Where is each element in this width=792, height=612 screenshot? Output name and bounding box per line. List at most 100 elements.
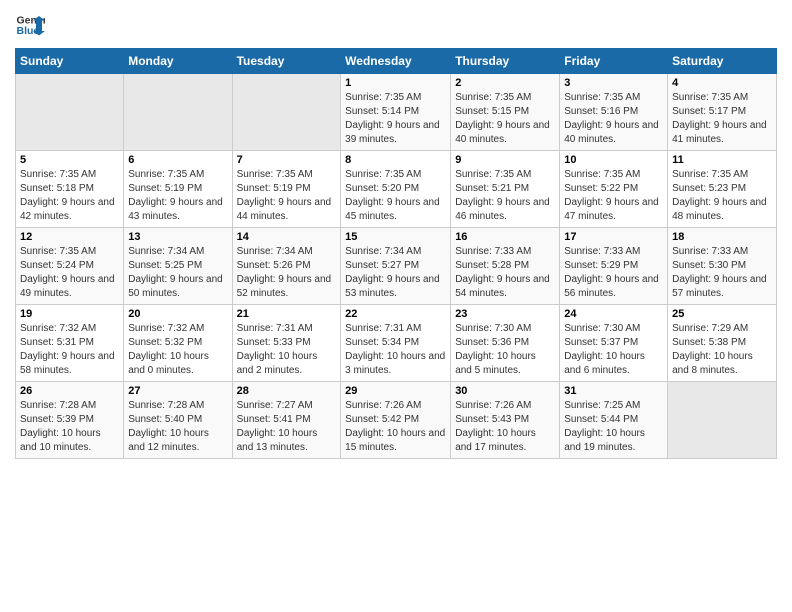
day-number: 7 [237,154,337,166]
calendar-cell: 14Sunrise: 7:34 AMSunset: 5:26 PMDayligh… [232,228,341,305]
cell-info: Sunrise: 7:35 AMSunset: 5:23 PMDaylight:… [672,168,772,224]
calendar-cell: 21 Sunrise: 7:31 AMSunset: 5:33 PMDayligh… [232,305,341,382]
day-number: 29 [345,385,446,397]
cell-info: Sunrise: 7:35 AMSunset: 5:20 PMDaylight:… [345,168,446,224]
cell-info: Sunrise: 7:32 AMSunset: 5:31 PMDaylight:… [20,322,119,378]
cell-info: Sunrise: 7:32 AMSunset: 5:32 PMDaylight:… [128,322,227,378]
calendar-cell: 30Sunrise: 7:26 AMSunset: 5:43 PMDayligh… [451,382,560,459]
cell-info: Sunrise: 7:26 AMSunset: 5:42 PMDaylight:… [345,399,446,455]
calendar-cell: 11 Sunrise: 7:35 AMSunset: 5:23 PMDayligh… [668,151,777,228]
day-number: 18 [672,231,772,243]
calendar-cell: 4 Sunrise: 7:35 AMSunset: 5:17 PMDaylight… [668,74,777,151]
cell-info: Sunrise: 7:28 AMSunset: 5:39 PMDaylight:… [20,399,119,455]
calendar-cell: 2 Sunrise: 7:35 AMSunset: 5:15 PMDaylight… [451,74,560,151]
calendar-week-row: 19Sunrise: 7:32 AMSunset: 5:31 PMDayligh… [16,305,777,382]
calendar-table: SundayMondayTuesdayWednesdayThursdayFrid… [15,48,777,459]
day-number: 31 [564,385,663,397]
day-number: 16 [455,231,555,243]
day-number: 4 [672,77,772,89]
day-number: 17 [564,231,663,243]
cell-info: Sunrise: 7:31 AMSunset: 5:33 PMDaylight:… [237,322,337,378]
calendar-cell [16,74,124,151]
logo: General Blue [15,10,45,40]
day-header: Thursday [451,49,560,74]
calendar-cell: 28 Sunrise: 7:27 AMSunset: 5:41 PMDayligh… [232,382,341,459]
calendar-cell: 8 Sunrise: 7:35 AMSunset: 5:20 PMDaylight… [341,151,451,228]
calendar-cell: 29 Sunrise: 7:26 AMSunset: 5:42 PMDayligh… [341,382,451,459]
cell-info: Sunrise: 7:29 AMSunset: 5:38 PMDaylight:… [672,322,772,378]
calendar-cell: 25 Sunrise: 7:29 AMSunset: 5:38 PMDayligh… [668,305,777,382]
cell-info: Sunrise: 7:31 AMSunset: 5:34 PMDaylight:… [345,322,446,378]
day-number: 13 [128,231,227,243]
cell-info: Sunrise: 7:35 AMSunset: 5:17 PMDaylight:… [672,91,772,147]
cell-info: Sunrise: 7:33 AMSunset: 5:30 PMDaylight:… [672,245,772,301]
calendar-cell [668,382,777,459]
day-number: 3 [564,77,663,89]
calendar-cell: 20 Sunrise: 7:32 AMSunset: 5:32 PMDayligh… [124,305,232,382]
day-number: 15 [345,231,446,243]
calendar-cell: 19Sunrise: 7:32 AMSunset: 5:31 PMDayligh… [16,305,124,382]
day-number: 26 [20,385,119,397]
calendar-cell: 3 Sunrise: 7:35 AMSunset: 5:16 PMDaylight… [560,74,668,151]
cell-info: Sunrise: 7:28 AMSunset: 5:40 PMDaylight:… [128,399,227,455]
cell-info: Sunrise: 7:34 AMSunset: 5:27 PMDaylight:… [345,245,446,301]
logo-icon: General Blue [15,10,45,40]
cell-info: Sunrise: 7:35 AMSunset: 5:16 PMDaylight:… [564,91,663,147]
calendar-cell: 26 Sunrise: 7:28 AMSunset: 5:39 PMDayligh… [16,382,124,459]
calendar-week-row: 26 Sunrise: 7:28 AMSunset: 5:39 PMDayligh… [16,382,777,459]
calendar-cell: 15 Sunrise: 7:34 AMSunset: 5:27 PMDayligh… [341,228,451,305]
day-number: 9 [455,154,555,166]
cell-info: Sunrise: 7:35 AMSunset: 5:22 PMDaylight:… [564,168,663,224]
calendar-cell: 17 Sunrise: 7:33 AMSunset: 5:29 PMDayligh… [560,228,668,305]
calendar-cell: 16 Sunrise: 7:33 AMSunset: 5:28 PMDayligh… [451,228,560,305]
day-header: Saturday [668,49,777,74]
cell-info: Sunrise: 7:35 AMSunset: 5:15 PMDaylight:… [455,91,555,147]
day-number: 12 [20,231,119,243]
day-number: 20 [128,308,227,320]
day-number: 30 [455,385,555,397]
calendar-cell: 10Sunrise: 7:35 AMSunset: 5:22 PMDayligh… [560,151,668,228]
calendar-cell: 22 Sunrise: 7:31 AMSunset: 5:34 PMDayligh… [341,305,451,382]
day-number: 27 [128,385,227,397]
day-number: 25 [672,308,772,320]
day-number: 6 [128,154,227,166]
page-container: General Blue SundayMondayTuesdayWednesda… [0,0,792,464]
day-number: 22 [345,308,446,320]
day-number: 21 [237,308,337,320]
day-number: 8 [345,154,446,166]
day-header: Tuesday [232,49,341,74]
calendar-cell: 12 Sunrise: 7:35 AMSunset: 5:24 PMDayligh… [16,228,124,305]
page-header: General Blue [15,10,777,40]
cell-info: Sunrise: 7:35 AMSunset: 5:18 PMDaylight:… [20,168,119,224]
day-header: Monday [124,49,232,74]
day-number: 28 [237,385,337,397]
day-number: 2 [455,77,555,89]
cell-info: Sunrise: 7:35 AMSunset: 5:19 PMDaylight:… [128,168,227,224]
calendar-cell: 31 Sunrise: 7:25 AMSunset: 5:44 PMDayligh… [560,382,668,459]
cell-info: Sunrise: 7:27 AMSunset: 5:41 PMDaylight:… [237,399,337,455]
day-number: 24 [564,308,663,320]
cell-info: Sunrise: 7:25 AMSunset: 5:44 PMDaylight:… [564,399,663,455]
calendar-week-row: 5Sunrise: 7:35 AMSunset: 5:18 PMDaylight… [16,151,777,228]
calendar-week-row: 12 Sunrise: 7:35 AMSunset: 5:24 PMDayligh… [16,228,777,305]
calendar-cell: 9Sunrise: 7:35 AMSunset: 5:21 PMDaylight… [451,151,560,228]
cell-info: Sunrise: 7:33 AMSunset: 5:29 PMDaylight:… [564,245,663,301]
calendar-cell: 13Sunrise: 7:34 AMSunset: 5:25 PMDayligh… [124,228,232,305]
cell-info: Sunrise: 7:35 AMSunset: 5:24 PMDaylight:… [20,245,119,301]
day-number: 23 [455,308,555,320]
cell-info: Sunrise: 7:30 AMSunset: 5:37 PMDaylight:… [564,322,663,378]
cell-info: Sunrise: 7:34 AMSunset: 5:26 PMDaylight:… [237,245,337,301]
calendar-header-row: SundayMondayTuesdayWednesdayThursdayFrid… [16,49,777,74]
day-header: Friday [560,49,668,74]
cell-info: Sunrise: 7:33 AMSunset: 5:28 PMDaylight:… [455,245,555,301]
cell-info: Sunrise: 7:30 AMSunset: 5:36 PMDaylight:… [455,322,555,378]
calendar-cell: 6 Sunrise: 7:35 AMSunset: 5:19 PMDaylight… [124,151,232,228]
cell-info: Sunrise: 7:35 AMSunset: 5:14 PMDaylight:… [345,91,446,147]
calendar-week-row: 1 Sunrise: 7:35 AMSunset: 5:14 PMDaylight… [16,74,777,151]
day-number: 11 [672,154,772,166]
calendar-cell: 7Sunrise: 7:35 AMSunset: 5:19 PMDaylight… [232,151,341,228]
day-header: Sunday [16,49,124,74]
calendar-cell: 5Sunrise: 7:35 AMSunset: 5:18 PMDaylight… [16,151,124,228]
day-number: 1 [345,77,446,89]
calendar-cell: 1 Sunrise: 7:35 AMSunset: 5:14 PMDaylight… [341,74,451,151]
